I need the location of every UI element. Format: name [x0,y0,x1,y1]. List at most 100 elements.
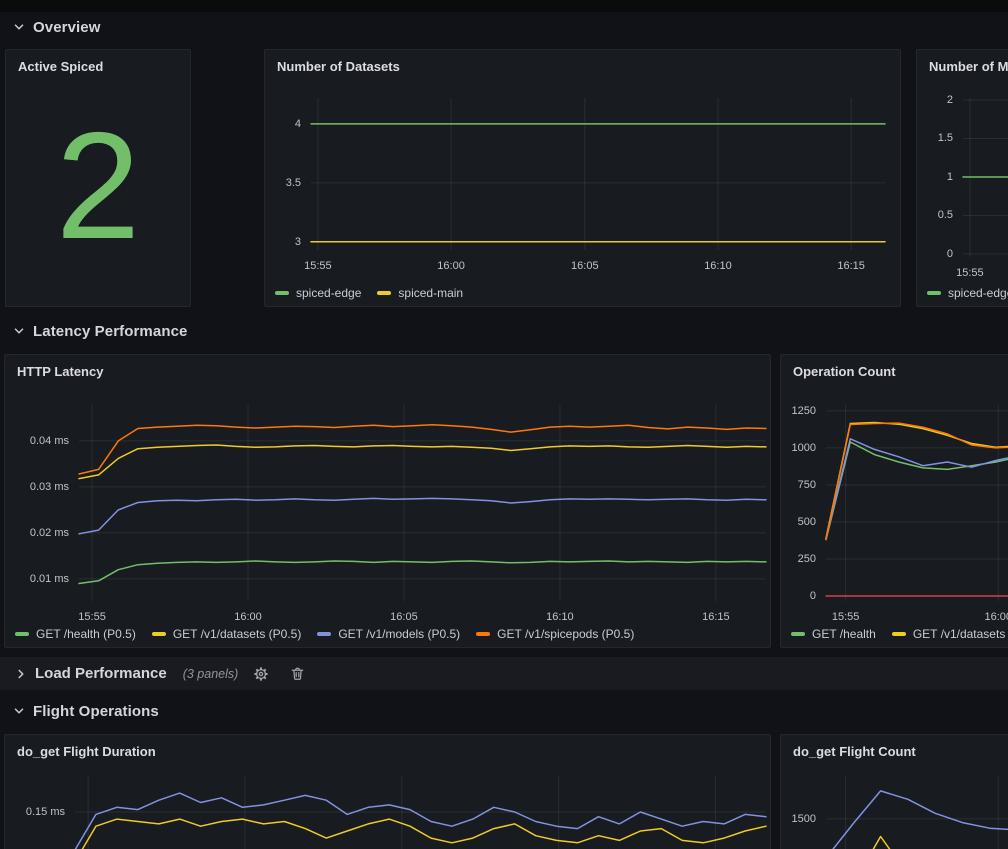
panel-title[interactable]: Active Spiced [18,59,103,74]
x-tick-label: 16:10 [546,610,574,624]
panel-title[interactable]: Number of Models [929,59,1008,74]
legend-item[interactable]: spiced-edge [927,286,1008,300]
models-plot-area [963,98,1008,257]
GET /v1/datasets (P0.5)-line [79,445,766,479]
legend-swatch [152,632,166,636]
x-tick-label: 16:00 [234,610,262,624]
y-tick-label: 4 [265,117,301,131]
y-tick-label: 0.04 ms [5,434,69,448]
section-title-overview: Overview [33,19,101,36]
y-tick-label: 750 [781,478,816,492]
y-tick-label: 0.02 ms [5,526,69,540]
panel-number-of-datasets: Number of Datasets 33.5415:5516:0016:051… [264,49,901,307]
operation_count-line [826,439,1008,539]
models-chart[interactable]: 00.511.5215:5516:0016:0516:1016:15spiced… [917,50,1008,306]
grafana-dashboard: Overview Active Spiced 2 Number of Datas… [0,0,1008,849]
chart-legend: spiced-edge spiced-main [275,286,463,300]
y-tick-label: 1500 [781,812,816,826]
flight_duration-line [75,819,766,849]
legend-label: GET /health [812,627,876,641]
legend-swatch [275,291,289,295]
flight_count-plot-area [826,776,1008,849]
GET /v1/spicepods (P0.5)-line [79,425,766,474]
section-title-load: Load Performance [35,665,167,682]
y-tick-label: 3 [265,235,301,249]
y-tick-label: 1.5 [917,131,953,145]
y-tick-label: 0.03 ms [5,480,69,494]
legend-label: GET /v1/models (P0.5) [338,627,460,641]
http_latency-plot-area [79,405,766,601]
GET /health (P0.5)-line [79,561,766,584]
top-strip [0,0,1008,12]
legend-item[interactable]: GET /v1/datasets [892,627,1006,641]
GET /health-line [826,442,1008,540]
chart-legend: GET /health GET /v1/datasets [791,627,1005,641]
legend-label: GET /v1/spicepods (P0.5) [497,627,634,641]
row-delete-button[interactable] [284,662,310,686]
operation-count-chart[interactable]: 02505007501000125015:5516:0016:0516:1016… [781,355,1008,647]
panel-title[interactable]: do_get Flight Duration [17,744,156,759]
y-tick-label: 3.5 [265,176,301,190]
section-row-latency-performance[interactable]: Latency Performance [12,319,187,343]
y-tick-label: 500 [781,515,816,529]
chart-legend: GET /health (P0.5) GET /v1/datasets (P0.5… [15,627,634,641]
x-tick-label: 16:00 [984,610,1008,624]
y-tick-label: 1000 [781,441,816,455]
legend-item[interactable]: GET /v1/spicepods (P0.5) [476,627,634,641]
panel-operation-count: Operation Count 02505007501000125015:551… [780,354,1008,648]
x-tick-label: 16:05 [390,610,418,624]
flight_duration-plot-area [75,776,766,849]
panel-title[interactable]: Number of Datasets [277,59,400,74]
legend-label: GET /health (P0.5) [36,627,136,641]
x-tick-label: 15:55 [78,610,106,624]
legend-swatch [476,632,490,636]
legend-item[interactable]: GET /v1/models (P0.5) [317,627,460,641]
datasets-plot-area [311,98,885,250]
row-panel-count: (3 panels) [183,667,239,681]
chart-legend: spiced-edge [927,286,1008,300]
legend-swatch [377,291,391,295]
y-tick-label: 0.15 ms [5,805,65,819]
legend-item[interactable]: spiced-edge [275,286,361,300]
legend-item[interactable]: GET /health (P0.5) [15,627,136,641]
y-tick-label: 0.5 [917,208,953,222]
y-tick-label: 0.01 ms [5,572,69,586]
y-tick-label: 1250 [781,404,816,418]
section-row-load-performance[interactable]: Load Performance (3 panels) [0,657,1008,690]
legend-item[interactable]: spiced-main [377,286,463,300]
x-tick-label: 16:00 [437,259,465,273]
http-latency-chart[interactable]: 0.01 ms 0.02 ms 0.03 ms 0.04 ms 15:55 16:00 16… [5,355,770,647]
panel-title[interactable]: HTTP Latency [17,364,103,379]
legend-item[interactable]: GET /health [791,627,876,641]
y-tick-label: 2 [917,93,953,107]
operation_count-plot-area [826,405,1008,601]
section-title-flight: Flight Operations [33,703,159,720]
x-tick-label: 15:55 [956,266,984,280]
section-row-flight-operations[interactable]: Flight Operations [12,699,159,723]
flight_count-line [826,837,1008,849]
panel-http-latency: HTTP Latency 0.01 ms 0.02 ms 0.03 ms 0.04 m… [4,354,771,648]
y-tick-label: 0 [781,589,816,603]
GET /v1/models (P0.5)-line [79,498,766,533]
section-row-overview[interactable]: Overview [12,15,101,39]
legend-swatch [317,632,331,636]
stat-value: 2 [6,50,190,306]
y-tick-label: 1 [917,170,953,184]
panel-title[interactable]: do_get Flight Count [793,744,916,759]
legend-swatch [927,291,941,295]
x-tick-label: 15:55 [832,610,860,624]
x-tick-label: 16:15 [702,610,730,624]
flight_count-line [826,791,1008,849]
gear-icon [253,666,269,682]
panel-flight-duration: do_get Flight Duration 0.15 ms [4,734,771,849]
legend-label: spiced-main [398,286,463,300]
legend-label: spiced-edge [948,286,1008,300]
legend-item[interactable]: GET /v1/datasets (P0.5) [152,627,302,641]
x-tick-label: 16:05 [571,259,599,273]
x-tick-label: 16:10 [704,259,732,273]
x-tick-label: 16:15 [837,259,865,273]
datasets-chart[interactable]: 33.5415:5516:0016:0516:1016:15spiced-edg… [265,50,900,306]
row-settings-button[interactable] [248,662,274,686]
panel-number-of-models: Number of Models 00.511.5215:5516:0016:0… [916,49,1008,307]
panel-title[interactable]: Operation Count [793,364,896,379]
